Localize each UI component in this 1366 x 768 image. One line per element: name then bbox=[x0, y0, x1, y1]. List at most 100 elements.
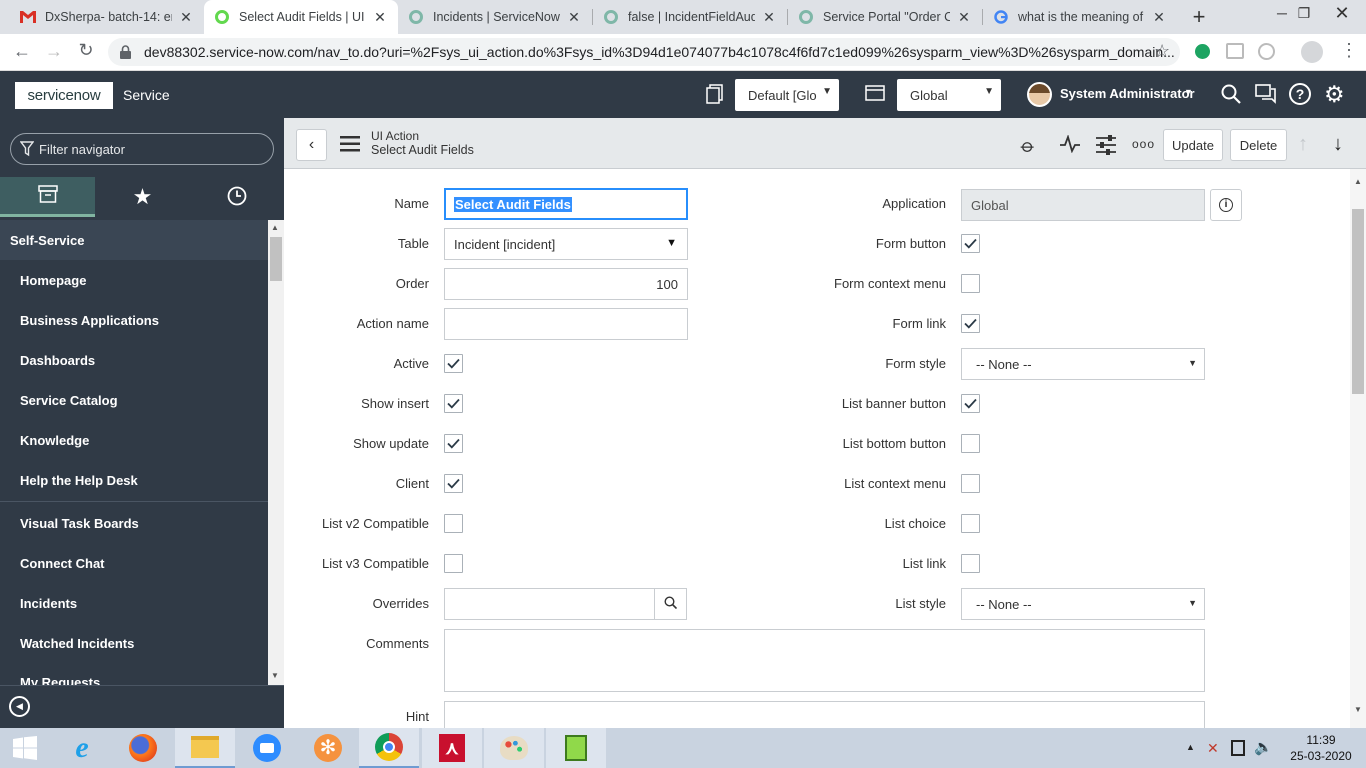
context-menu-icon[interactable] bbox=[340, 136, 360, 155]
list-context-menu-checkbox[interactable] bbox=[961, 474, 980, 493]
activity-stream-icon[interactable] bbox=[1059, 134, 1081, 156]
filter-navigator-input[interactable]: Filter navigator bbox=[10, 133, 274, 165]
firefox-icon[interactable] bbox=[113, 728, 173, 768]
form-style-select[interactable]: -- None -- ▼ bbox=[961, 348, 1205, 380]
list-v2-compatible-checkbox[interactable] bbox=[444, 514, 463, 533]
comments-textarea[interactable] bbox=[444, 629, 1205, 692]
internet-explorer-icon[interactable]: e bbox=[52, 728, 112, 768]
next-record-arrow-icon[interactable]: ↓ bbox=[1333, 133, 1343, 156]
list-choice-checkbox[interactable] bbox=[961, 514, 980, 533]
battery-icon[interactable] bbox=[1231, 740, 1245, 756]
close-tab-icon[interactable]: ✕ bbox=[178, 9, 194, 26]
browser-tab[interactable]: false | IncidentFieldAudit ✕ bbox=[593, 0, 787, 34]
extension-cart-icon[interactable] bbox=[1226, 43, 1244, 59]
help-icon[interactable]: ? bbox=[1289, 83, 1311, 105]
back-button[interactable]: ← bbox=[10, 41, 34, 65]
active-checkbox[interactable] bbox=[444, 354, 463, 373]
browser-tab[interactable]: Service Portal "Order Co ✕ bbox=[788, 0, 982, 34]
show-update-checkbox[interactable] bbox=[444, 434, 463, 453]
nav-item-watched-incidents[interactable]: Watched Incidents bbox=[0, 623, 268, 663]
connect-chat-icon[interactable] bbox=[1255, 84, 1277, 107]
collapse-navigator-icon[interactable]: ◀ bbox=[9, 696, 30, 717]
browser-tab-gmail[interactable]: DxSherpa- batch-14: em ✕ bbox=[10, 0, 204, 34]
browser-tab[interactable]: what is the meaning of f ✕ bbox=[983, 0, 1177, 34]
close-tab-icon[interactable]: ✕ bbox=[372, 9, 388, 26]
zoom-icon[interactable] bbox=[237, 728, 297, 768]
tab-favorites[interactable]: ★ bbox=[95, 177, 190, 217]
overrides-lookup-button[interactable] bbox=[654, 588, 687, 620]
chrome-icon[interactable] bbox=[359, 728, 419, 768]
address-bar[interactable]: dev88302.service-now.com/nav_to.do?uri=%… bbox=[108, 38, 1180, 66]
action-name-input[interactable] bbox=[444, 308, 688, 340]
list-banner-button-checkbox[interactable] bbox=[961, 394, 980, 413]
clock-date[interactable]: 25-03-2020 bbox=[1283, 749, 1359, 763]
close-tab-icon[interactable]: ✕ bbox=[1151, 9, 1167, 26]
client-checkbox[interactable] bbox=[444, 474, 463, 493]
personalize-form-icon[interactable] bbox=[1095, 135, 1117, 158]
tab-all-applications[interactable] bbox=[0, 177, 95, 217]
show-insert-checkbox[interactable] bbox=[444, 394, 463, 413]
form-button-checkbox[interactable] bbox=[961, 234, 980, 253]
list-style-select[interactable]: -- None -- ▼ bbox=[961, 588, 1205, 620]
update-set-select[interactable]: Default [Glo ▼ bbox=[735, 79, 839, 111]
close-tab-icon[interactable]: ✕ bbox=[761, 9, 777, 26]
browser-tab-active[interactable]: Select Audit Fields | UI A ✕ bbox=[204, 0, 398, 34]
list-v3-compatible-checkbox[interactable] bbox=[444, 554, 463, 573]
user-avatar[interactable] bbox=[1027, 82, 1052, 107]
more-options-icon[interactable]: ooo bbox=[1132, 137, 1155, 151]
search-icon[interactable] bbox=[1221, 84, 1241, 107]
tab-history[interactable] bbox=[189, 177, 284, 217]
new-tab-button[interactable]: + bbox=[1186, 5, 1212, 29]
back-button[interactable]: ‹ bbox=[296, 129, 327, 161]
application-info-button[interactable]: i bbox=[1210, 189, 1242, 221]
forward-button[interactable]: → bbox=[42, 41, 66, 65]
table-select[interactable]: Incident [incident] ▼ bbox=[444, 228, 688, 260]
extension-icon[interactable] bbox=[1258, 43, 1275, 60]
nav-item-visual-task-boards[interactable]: Visual Task Boards bbox=[0, 503, 268, 543]
paperclip-icon[interactable]: ⌀ bbox=[1016, 134, 1040, 158]
nav-item-service-catalog[interactable]: Service Catalog bbox=[0, 380, 268, 420]
user-name[interactable]: System Administrator bbox=[1060, 86, 1195, 101]
form-link-checkbox[interactable] bbox=[961, 314, 980, 333]
delete-button[interactable]: Delete bbox=[1230, 129, 1287, 161]
nav-item-homepage[interactable]: Homepage bbox=[0, 260, 268, 300]
order-input[interactable]: 100 bbox=[444, 268, 688, 300]
settings-gear-icon[interactable]: ⚙ bbox=[1324, 81, 1345, 108]
browser-tab[interactable]: Incidents | ServiceNow ✕ bbox=[398, 0, 592, 34]
reload-button[interactable]: ↻ bbox=[74, 40, 98, 64]
paint-icon[interactable] bbox=[484, 728, 544, 768]
previous-record-arrow-icon[interactable]: ↑ bbox=[1298, 133, 1308, 156]
nav-item-incidents[interactable]: Incidents bbox=[0, 583, 268, 623]
browser-menu-icon[interactable]: ⋮ bbox=[1340, 40, 1358, 61]
acrobat-reader-icon[interactable]: ⋏ bbox=[422, 728, 482, 768]
nav-item-business-applications[interactable]: Business Applications bbox=[0, 300, 268, 340]
nav-section-self-service[interactable]: Self-Service bbox=[0, 220, 268, 260]
hint-input[interactable] bbox=[444, 701, 1205, 728]
nav-item-my-requests[interactable]: My Requests bbox=[0, 663, 268, 685]
extension-green-icon[interactable] bbox=[1195, 44, 1210, 59]
list-link-checkbox[interactable] bbox=[961, 554, 980, 573]
nav-item-help-the-help-desk[interactable]: Help the Help Desk bbox=[0, 460, 268, 500]
volume-icon[interactable]: 🔈 bbox=[1254, 738, 1273, 756]
notepad-plus-plus-icon[interactable] bbox=[546, 728, 606, 768]
file-explorer-icon[interactable] bbox=[175, 728, 235, 768]
update-button[interactable]: Update bbox=[1163, 129, 1223, 161]
profile-avatar[interactable] bbox=[1301, 41, 1323, 63]
bookmark-star-icon[interactable]: ☆ bbox=[1154, 41, 1170, 62]
clock-time[interactable]: 11:39 bbox=[1291, 733, 1351, 747]
network-icon[interactable]: ✕ bbox=[1207, 740, 1219, 757]
user-menu-caret-icon[interactable]: ▼ bbox=[1184, 87, 1193, 97]
application-select[interactable]: Global ▼ bbox=[897, 79, 1001, 111]
close-tab-icon[interactable]: ✕ bbox=[956, 9, 972, 26]
form-context-menu-checkbox[interactable] bbox=[961, 274, 980, 293]
form-scrollbar[interactable]: ▲ ▼ bbox=[1350, 169, 1366, 728]
nav-item-dashboards[interactable]: Dashboards bbox=[0, 340, 268, 380]
windows-start-icon[interactable] bbox=[0, 728, 50, 768]
name-input[interactable]: Select Audit Fields bbox=[444, 188, 688, 220]
show-hidden-icons-icon[interactable]: ▲ bbox=[1186, 742, 1195, 752]
close-window-button[interactable]: ✕ bbox=[1322, 0, 1362, 26]
list-bottom-button-checkbox[interactable] bbox=[961, 434, 980, 453]
servicenow-logo[interactable]: servicenow bbox=[15, 82, 113, 109]
app-snowflake-icon[interactable]: ✻ bbox=[298, 728, 358, 768]
close-tab-icon[interactable]: ✕ bbox=[566, 9, 582, 26]
